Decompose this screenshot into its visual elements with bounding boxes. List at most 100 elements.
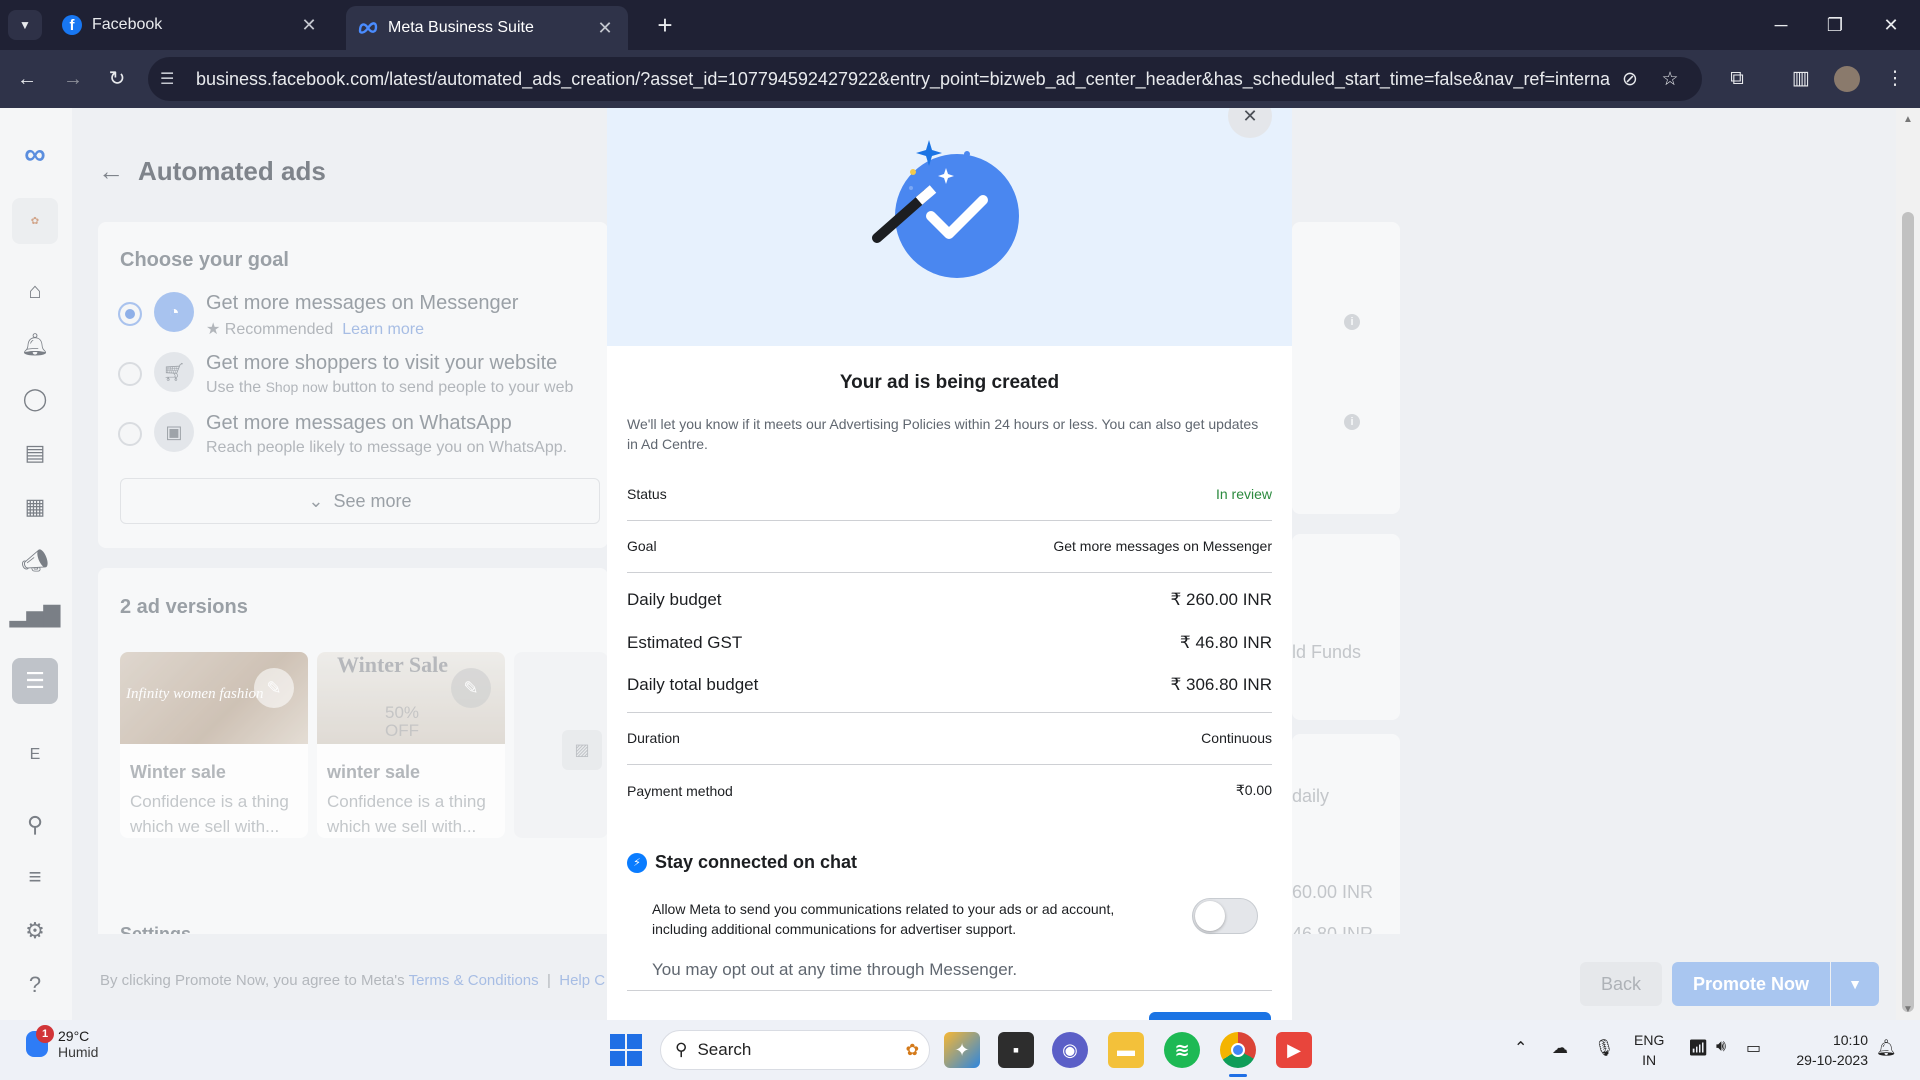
- ads-megaphone-icon[interactable]: 📣︎: [12, 538, 58, 584]
- ad-version-card[interactable]: Winter Sale 50% OFF ✎ winter sale Confide…: [317, 652, 505, 838]
- battery-icon[interactable]: ▭: [1746, 1038, 1761, 1058]
- goal-option-whatsapp[interactable]: ▣ Get more messages on WhatsApp Reach pe…: [118, 412, 567, 457]
- notification-bell-icon[interactable]: 🔔︎: [1876, 1038, 1896, 1058]
- radio-unselected[interactable]: [118, 422, 142, 446]
- account-initial[interactable]: E: [12, 732, 58, 778]
- row-label: Estimated GST: [627, 633, 743, 652]
- weather-temp: 29°C: [58, 1028, 90, 1044]
- radio-unselected[interactable]: [118, 362, 142, 386]
- modal-primary-button[interactable]: [1149, 1012, 1271, 1020]
- back-arrow-icon[interactable]: ←: [12, 64, 42, 94]
- back-button[interactable]: Back: [1580, 962, 1662, 1006]
- radio-selected[interactable]: [118, 302, 142, 326]
- close-window-button[interactable]: ✕: [1862, 0, 1920, 50]
- inbox-icon[interactable]: ◯: [12, 376, 58, 422]
- content-icon[interactable]: ▤: [12, 430, 58, 476]
- help-link[interactable]: Help C: [559, 972, 605, 989]
- ad-image: Infinity women fashion ✎: [120, 652, 308, 744]
- chat-consent-toggle[interactable]: [1192, 898, 1258, 934]
- search-icon[interactable]: ⚲: [12, 802, 58, 848]
- language-indicator[interactable]: ENG IN: [1634, 1030, 1664, 1070]
- edit-pencil-icon[interactable]: ✎: [254, 668, 294, 708]
- show-hidden-icons-chevron[interactable]: ⌃: [1514, 1038, 1527, 1058]
- star-icon: ★: [206, 321, 221, 338]
- scroll-down-arrow[interactable]: ▼: [1900, 1004, 1916, 1015]
- profile-avatar[interactable]: [1834, 66, 1860, 92]
- chrome-icon[interactable]: [1220, 1032, 1256, 1068]
- ad-created-modal: ✕ Your ad is being created We'll let you…: [607, 108, 1292, 1020]
- goal-option-website[interactable]: 🛒︎ Get more shoppers to visit your websi…: [118, 352, 606, 397]
- notifications-icon[interactable]: 🔔︎: [12, 322, 58, 368]
- taskbar-search[interactable]: ⚲ Search ✿: [660, 1030, 930, 1070]
- extensions-icon[interactable]: ⧉: [1722, 64, 1752, 94]
- list-icon[interactable]: ≡: [12, 854, 58, 900]
- ad-version-card[interactable]: Infinity women fashion ✎ Winter sale Con…: [120, 652, 308, 838]
- onedrive-cloud-icon[interactable]: ☁: [1552, 1038, 1568, 1058]
- learn-more-link[interactable]: Learn more: [342, 321, 424, 338]
- file-explorer-icon[interactable]: ▬: [1108, 1032, 1144, 1068]
- restore-button[interactable]: ❐: [1806, 0, 1864, 50]
- add-ad-version-card[interactable]: ▨: [514, 652, 608, 838]
- goal-option-messenger[interactable]: ◔ Get more messages on Messenger ★ Recom…: [118, 292, 518, 339]
- browser-menu-icon[interactable]: ⋮: [1880, 64, 1910, 94]
- close-tab-icon[interactable]: ✕: [594, 18, 616, 39]
- meta-logo-icon[interactable]: ∞: [12, 132, 58, 178]
- camera-off-icon[interactable]: ⊘: [1610, 68, 1650, 91]
- footer-terms: By clicking Promote Now, you agree to Me…: [100, 972, 605, 989]
- windows-start-icon[interactable]: [610, 1034, 642, 1066]
- info-icon[interactable]: i: [1344, 414, 1360, 430]
- row-value: ₹ 260.00 INR: [1170, 590, 1272, 609]
- summary-row-status: Status In review: [627, 486, 1292, 502]
- tab-facebook[interactable]: f Facebook ✕: [50, 6, 332, 44]
- planner-icon[interactable]: ▦: [12, 484, 58, 530]
- home-icon[interactable]: ⌂: [12, 268, 58, 314]
- row-label: Goal: [627, 538, 657, 554]
- edit-pencil-icon[interactable]: ✎: [451, 668, 491, 708]
- scrollbar-thumb[interactable]: [1902, 212, 1914, 1012]
- forward-arrow-icon[interactable]: →: [58, 64, 88, 94]
- wifi-icon[interactable]: 📶︎: [1688, 1038, 1708, 1058]
- opt-out-text: You may opt out at any time through Mess…: [652, 960, 1018, 979]
- task-view-icon[interactable]: ▪: [998, 1032, 1034, 1068]
- weather-widget[interactable]: 1 29°C Humid: [18, 1025, 98, 1060]
- address-bar[interactable]: ☰ business.facebook.com/latest/automated…: [148, 57, 1702, 101]
- reload-icon[interactable]: ↻: [102, 64, 132, 94]
- meta-icon: [358, 18, 378, 38]
- spotify-icon[interactable]: ≋: [1164, 1032, 1200, 1068]
- system-clock[interactable]: 10:10 29-10-2023: [1786, 1030, 1868, 1070]
- see-more-button[interactable]: ⌄ See more: [120, 478, 600, 524]
- info-icon[interactable]: i: [1344, 314, 1360, 330]
- minimize-button[interactable]: ─: [1752, 0, 1810, 50]
- all-tools-menu-icon[interactable]: ☰: [12, 658, 58, 704]
- clock-time: 10:10: [1832, 1032, 1868, 1048]
- clock-date: 29-10-2023: [1796, 1052, 1868, 1068]
- scroll-up-arrow[interactable]: ▲: [1900, 114, 1916, 125]
- insights-icon[interactable]: ▂▅▇: [10, 592, 61, 638]
- right-panel-card: [1292, 534, 1400, 720]
- ad-description-line: which we sell with...: [130, 817, 280, 836]
- row-value: ₹ 306.80 INR: [1170, 675, 1272, 694]
- close-tab-icon[interactable]: ✕: [298, 15, 320, 36]
- terms-link[interactable]: Terms & Conditions: [409, 972, 539, 989]
- goal-option-title: Get more shoppers to visit your website: [206, 352, 558, 374]
- tab-search-button[interactable]: ▼: [8, 10, 42, 40]
- help-icon[interactable]: ?: [12, 962, 58, 1008]
- promote-now-button[interactable]: Promote Now: [1672, 962, 1830, 1006]
- screen-recorder-icon[interactable]: ▶: [1276, 1032, 1312, 1068]
- teams-chat-icon[interactable]: ◉: [1052, 1032, 1088, 1068]
- bookmark-star-icon[interactable]: ☆: [1650, 68, 1690, 91]
- back-arrow-icon[interactable]: ←: [98, 156, 124, 187]
- add-funds-fragment[interactable]: ld Funds: [1292, 642, 1361, 663]
- url-text[interactable]: business.facebook.com/latest/automated_a…: [196, 69, 1610, 90]
- tab-title: Facebook: [92, 16, 163, 33]
- chevron-down-icon[interactable]: ▼: [1831, 962, 1879, 1006]
- side-panel-icon[interactable]: ▥: [1786, 64, 1816, 94]
- page-avatar[interactable]: ✿: [12, 198, 58, 244]
- settings-gear-icon[interactable]: ⚙: [12, 908, 58, 954]
- microphone-icon[interactable]: 🎙︎: [1594, 1038, 1614, 1058]
- volume-icon[interactable]: 🔊︎: [1716, 1038, 1726, 1056]
- site-info-icon[interactable]: ☰: [160, 69, 188, 89]
- tab-meta-business-suite[interactable]: Meta Business Suite ✕: [346, 6, 628, 50]
- new-tab-button[interactable]: +: [650, 10, 680, 40]
- copilot-icon[interactable]: ✦: [944, 1032, 980, 1068]
